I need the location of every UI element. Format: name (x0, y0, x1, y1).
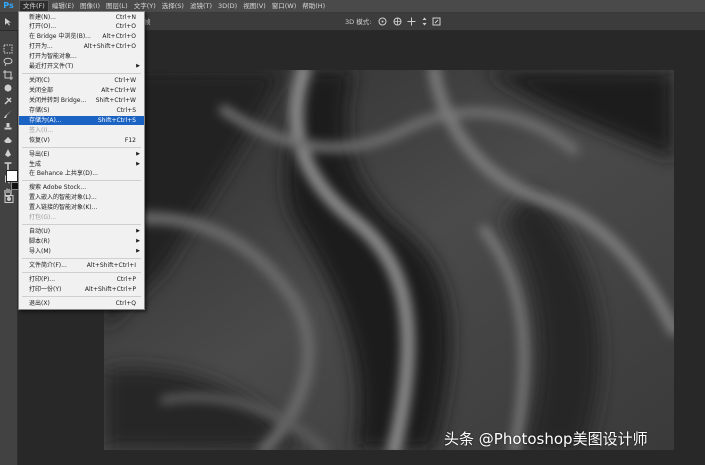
photoshop-logo: Ps (3, 1, 14, 10)
menu-separator (22, 147, 141, 148)
menu-item-close-all[interactable]: 关闭全部 Alt+Ctrl+W (19, 86, 144, 95)
move-tool-icon[interactable] (4, 17, 13, 26)
tools-panel (0, 31, 19, 465)
menu-item-recent-files[interactable]: 最近打开文件(T) ▶ (19, 62, 144, 71)
submenu-arrow-icon: ▶ (136, 151, 140, 157)
menu-item-export[interactable]: 导出(E) ▶ (19, 150, 144, 159)
crop-tool-icon[interactable] (3, 70, 13, 80)
submenu-arrow-icon: ▶ (136, 248, 140, 254)
menu-item-browse-bridge[interactable]: 在 Bridge 中浏览(B)... Alt+Ctrl+O (19, 32, 144, 41)
menu-item-file-info[interactable]: 文件简介(F)... Alt+Shift+Ctrl+I (19, 261, 144, 270)
menu-item-package[interactable]: 打包(G)... (19, 213, 144, 222)
menu-separator (22, 296, 141, 297)
menu-item-close[interactable]: 关闭(C) Ctrl+W (19, 76, 144, 85)
menu-item-save-as[interactable]: 存储为(A)... Shift+Ctrl+S (19, 116, 144, 125)
rotate-3d-icon[interactable] (378, 17, 387, 26)
roll-3d-icon[interactable] (393, 17, 402, 26)
3d-mode-label: 3D 模式: (345, 18, 372, 26)
menu-item-revert[interactable]: 恢复(V) F12 (19, 136, 144, 145)
menu-item-open-smart-object[interactable]: 打开为智能对象... (19, 52, 144, 61)
marquee-tool-icon[interactable] (3, 44, 13, 54)
healing-brush-icon[interactable] (3, 96, 13, 106)
menu-separator (22, 224, 141, 225)
menu-select[interactable]: 选择(S) (159, 0, 187, 12)
submenu-arrow-icon: ▶ (136, 63, 140, 69)
menu-help[interactable]: 帮助(H) (299, 0, 328, 12)
menu-item-print-one-copy[interactable]: 打印一份(Y) Alt+Shift+Ctrl+P (19, 285, 144, 294)
quick-mask-icon[interactable] (4, 194, 14, 204)
submenu-arrow-icon: ▶ (136, 228, 140, 234)
document-canvas[interactable] (104, 70, 674, 450)
menu-item-generate[interactable]: 生成 ▶ (19, 160, 144, 169)
submenu-arrow-icon: ▶ (136, 238, 140, 244)
menu-item-scripts[interactable]: 脚本(R) ▶ (19, 237, 144, 246)
menu-item-automate[interactable]: 自动(U) ▶ (19, 227, 144, 236)
menu-separator (22, 258, 141, 259)
slide-3d-icon[interactable] (420, 17, 429, 26)
eyedropper-tool-icon[interactable] (3, 83, 13, 93)
menu-window[interactable]: 窗口(W) (269, 0, 300, 12)
lasso-tool-icon[interactable] (3, 57, 13, 67)
menu-item-share-behance[interactable]: 在 Behance 上共享(D)... (19, 169, 144, 178)
menu-item-check-in[interactable]: 签入(I)... (19, 126, 144, 135)
silk-fabric-image (104, 70, 674, 450)
watermark-text: 头条 @Photoshop美图设计师 (444, 430, 648, 448)
foreground-color-swatch[interactable] (6, 170, 18, 182)
menu-item-import[interactable]: 导入(M) ▶ (19, 247, 144, 256)
submenu-arrow-icon: ▶ (136, 161, 140, 167)
menu-3d[interactable]: 3D(D) (215, 0, 240, 12)
menu-item-close-go-bridge[interactable]: 关闭并转到 Bridge... Shift+Ctrl+W (19, 96, 144, 105)
scale-3d-icon[interactable] (432, 17, 441, 26)
menu-separator (22, 272, 141, 273)
menu-item-new[interactable]: 新建(N)... Ctrl+N (19, 13, 144, 22)
menu-item-place-embedded[interactable]: 置入嵌入的智能对象(L)... (19, 193, 144, 202)
menu-separator (22, 180, 141, 181)
menu-separator (22, 73, 141, 74)
menu-view[interactable]: 视图(V) (240, 0, 269, 12)
menu-item-print[interactable]: 打印(P)... Ctrl+P (19, 275, 144, 284)
menu-filter[interactable]: 滤镜(T) (187, 0, 215, 12)
menu-item-place-linked[interactable]: 置入链接的智能对象(K)... (19, 203, 144, 212)
pen-tool-icon[interactable] (3, 148, 13, 158)
menu-item-search-stock[interactable]: 搜索 Adobe Stock... (19, 183, 144, 192)
file-menu-dropdown: 新建(N)... Ctrl+N 打开(O)... Ctrl+O 在 Bridge… (18, 11, 145, 310)
stamp-tool-icon[interactable] (3, 122, 13, 132)
menu-item-save[interactable]: 存储(S) Ctrl+S (19, 106, 144, 115)
brush-tool-icon[interactable] (3, 109, 13, 119)
menu-item-open-as[interactable]: 打开为... Alt+Shift+Ctrl+O (19, 42, 144, 51)
eraser-tool-icon[interactable] (3, 135, 13, 145)
menu-item-exit[interactable]: 退出(X) Ctrl+Q (19, 299, 144, 308)
menu-item-open[interactable]: 打开(O)... Ctrl+O (19, 22, 144, 31)
pan-3d-icon[interactable] (407, 17, 416, 26)
